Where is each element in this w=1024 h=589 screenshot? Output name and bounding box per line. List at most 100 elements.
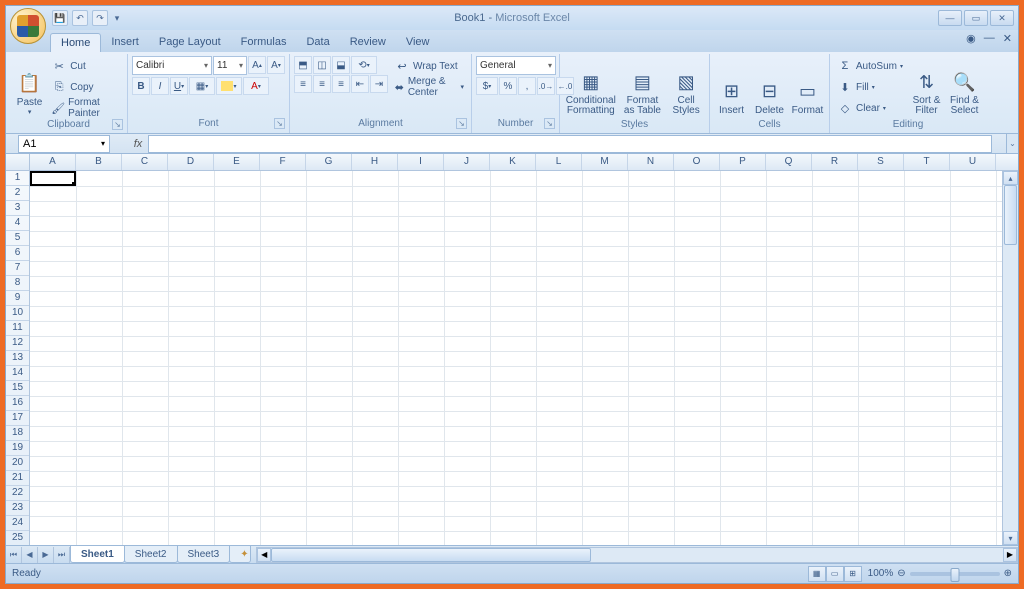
borders-button[interactable]: ▦▾ [189, 77, 215, 95]
row-header-9[interactable]: 9 [6, 291, 29, 306]
increase-indent-button[interactable]: ⇥ [370, 75, 388, 93]
row-header-13[interactable]: 13 [6, 351, 29, 366]
prev-sheet-button[interactable]: ◀ [22, 547, 38, 563]
clipboard-dialog-launcher[interactable]: ↘ [112, 119, 123, 130]
column-header-I[interactable]: I [398, 154, 444, 170]
scroll-right-arrow[interactable]: ▶ [1003, 548, 1017, 562]
align-left-button[interactable]: ≡ [294, 75, 312, 93]
qat-redo[interactable]: ↷ [92, 10, 108, 26]
zoom-out-button[interactable]: ⊖ [897, 568, 905, 579]
tab-formulas[interactable]: Formulas [231, 33, 297, 52]
column-header-K[interactable]: K [490, 154, 536, 170]
insert-cells-button[interactable]: ⊞Insert [714, 56, 749, 118]
number-dialog-launcher[interactable]: ↘ [544, 118, 555, 129]
column-header-P[interactable]: P [720, 154, 766, 170]
font-size-combo[interactable]: 11▾ [213, 56, 247, 75]
ribbon-minimize-icon[interactable]: — [984, 32, 995, 45]
row-header-20[interactable]: 20 [6, 456, 29, 471]
font-color-button[interactable]: A▾ [243, 77, 269, 95]
column-header-F[interactable]: F [260, 154, 306, 170]
scroll-down-arrow[interactable]: ▾ [1003, 531, 1018, 545]
column-header-M[interactable]: M [582, 154, 628, 170]
tab-view[interactable]: View [396, 33, 440, 52]
first-sheet-button[interactable]: ⏮ [6, 547, 22, 563]
paste-button[interactable]: 📋 Paste ▾ [14, 56, 45, 118]
zoom-slider[interactable] [910, 572, 1000, 576]
find-select-button[interactable]: 🔍Find & Select [947, 56, 982, 118]
qat-customize[interactable]: ▾ [112, 10, 122, 26]
row-header-4[interactable]: 4 [6, 216, 29, 231]
office-button[interactable] [10, 8, 46, 44]
last-sheet-button[interactable]: ⏭ [54, 547, 70, 563]
sheet-tab-sheet2[interactable]: Sheet2 [124, 546, 178, 563]
number-format-combo[interactable]: General▾ [476, 56, 556, 75]
column-header-N[interactable]: N [628, 154, 674, 170]
horizontal-scrollbar[interactable]: ◀ ▶ [256, 547, 1018, 563]
zoom-level[interactable]: 100% [868, 568, 894, 579]
help-icon[interactable]: ◉ [966, 32, 976, 45]
tab-data[interactable]: Data [296, 33, 339, 52]
column-header-A[interactable]: A [30, 154, 76, 170]
format-as-table-button[interactable]: ▤Format as Table [621, 56, 665, 118]
row-header-7[interactable]: 7 [6, 261, 29, 276]
format-painter-button[interactable]: 🖌Format Painter [48, 98, 123, 118]
column-header-C[interactable]: C [122, 154, 168, 170]
sort-filter-button[interactable]: ⇅Sort & Filter [909, 56, 944, 118]
sheet-tab-sheet1[interactable]: Sheet1 [70, 546, 125, 563]
row-header-22[interactable]: 22 [6, 486, 29, 501]
shrink-font-button[interactable]: A▾ [267, 56, 285, 74]
zoom-in-button[interactable]: ⊕ [1004, 568, 1012, 579]
orientation-button[interactable]: ⟲▾ [351, 56, 377, 74]
close-button[interactable]: ✕ [990, 10, 1014, 26]
vertical-scrollbar[interactable]: ▴ ▾ [1002, 171, 1018, 545]
conditional-formatting-button[interactable]: ▦Conditional Formatting [564, 56, 618, 118]
row-header-8[interactable]: 8 [6, 276, 29, 291]
hscroll-thumb[interactable] [271, 548, 591, 562]
fill-button[interactable]: ⬇Fill▾ [834, 77, 906, 97]
accounting-button[interactable]: $▾ [476, 77, 498, 95]
page-layout-view-button[interactable]: ▭ [826, 566, 844, 582]
align-middle-button[interactable]: ◫ [313, 56, 331, 74]
align-bottom-button[interactable]: ⬓ [332, 56, 350, 74]
row-header-17[interactable]: 17 [6, 411, 29, 426]
font-dialog-launcher[interactable]: ↘ [274, 118, 285, 129]
row-header-5[interactable]: 5 [6, 231, 29, 246]
tab-page-layout[interactable]: Page Layout [149, 33, 231, 52]
vscroll-thumb[interactable] [1004, 185, 1017, 245]
decrease-indent-button[interactable]: ⇤ [351, 75, 369, 93]
bold-button[interactable]: B [132, 77, 150, 95]
row-header-19[interactable]: 19 [6, 441, 29, 456]
scroll-left-arrow[interactable]: ◀ [257, 548, 271, 562]
cut-button[interactable]: ✂Cut [48, 56, 123, 76]
page-break-view-button[interactable]: ⊞ [844, 566, 862, 582]
row-header-3[interactable]: 3 [6, 201, 29, 216]
sheet-tab-sheet3[interactable]: Sheet3 [177, 546, 231, 563]
row-header-15[interactable]: 15 [6, 381, 29, 396]
copy-button[interactable]: ⎘Copy [48, 77, 123, 97]
increase-decimal-button[interactable]: .0→ [537, 77, 555, 95]
row-header-1[interactable]: 1 [6, 171, 29, 186]
italic-button[interactable]: I [151, 77, 169, 95]
row-header-14[interactable]: 14 [6, 366, 29, 381]
row-header-23[interactable]: 23 [6, 501, 29, 516]
row-header-2[interactable]: 2 [6, 186, 29, 201]
tab-review[interactable]: Review [340, 33, 396, 52]
formula-bar[interactable] [148, 135, 992, 153]
alignment-dialog-launcher[interactable]: ↘ [456, 118, 467, 129]
column-header-B[interactable]: B [76, 154, 122, 170]
column-header-H[interactable]: H [352, 154, 398, 170]
row-header-16[interactable]: 16 [6, 396, 29, 411]
percent-button[interactable]: % [499, 77, 517, 95]
column-header-G[interactable]: G [306, 154, 352, 170]
name-box[interactable]: A1▾ [18, 135, 110, 153]
next-sheet-button[interactable]: ▶ [38, 547, 54, 563]
row-header-24[interactable]: 24 [6, 516, 29, 531]
tab-home[interactable]: Home [50, 33, 101, 52]
wrap-text-button[interactable]: ↩Wrap Text [391, 56, 467, 76]
align-top-button[interactable]: ⬒ [294, 56, 312, 74]
row-header-25[interactable]: 25 [6, 531, 29, 545]
autosum-button[interactable]: ΣAutoSum▾ [834, 56, 906, 76]
row-header-11[interactable]: 11 [6, 321, 29, 336]
column-header-Q[interactable]: Q [766, 154, 812, 170]
new-sheet-button[interactable]: ✦ [229, 546, 251, 563]
